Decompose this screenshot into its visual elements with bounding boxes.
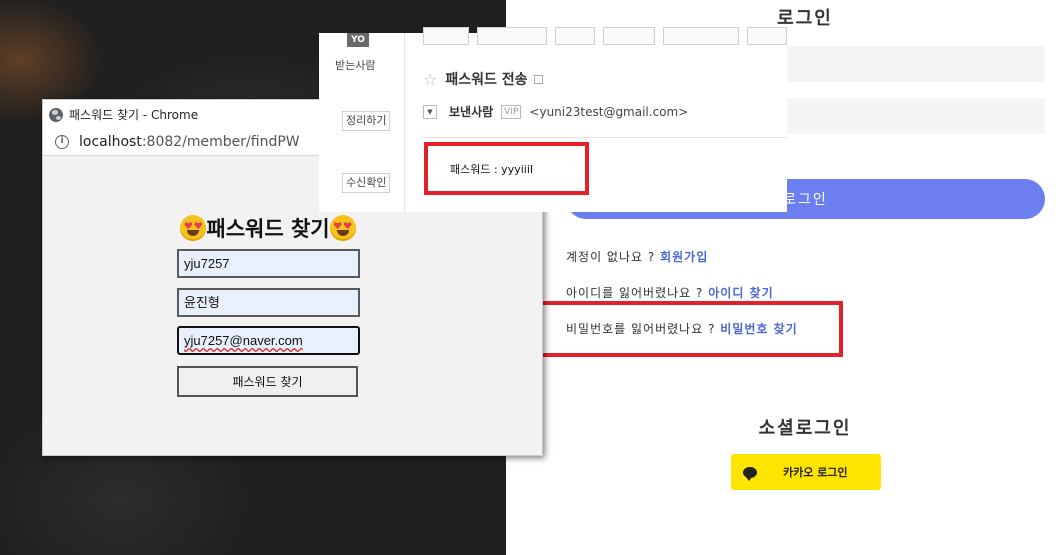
- signup-prompt: 계정이 없나요 ?: [566, 250, 656, 264]
- email-sidebar: YO 받는사람 정리하기 수신확인: [319, 33, 404, 212]
- toolbar-button[interactable]: [603, 27, 655, 45]
- email-divider: [404, 33, 405, 212]
- find-id-prompt: 아이디를 잃어버렸나요 ?: [566, 286, 704, 300]
- email-subject-text: 패스워드 전송: [445, 72, 528, 88]
- email-value: yju7257@naver.com: [184, 333, 303, 348]
- email-field[interactable]: yju7257@naver.com: [177, 326, 360, 355]
- page-title-text: 패스워드 찾기: [206, 217, 330, 241]
- find-password-button[interactable]: 패스워드 찾기: [177, 366, 358, 397]
- heart-eyes-emoji-icon: [180, 215, 207, 241]
- email-sender: ▼ 보낸사람 VIP <yuni23test@gmail.com>: [423, 103, 688, 120]
- window-title: 패스워드 찾기 - Chrome: [69, 108, 199, 122]
- kakao-login-label: 카카오 로그인: [783, 466, 848, 479]
- to-badge: YO: [347, 33, 369, 47]
- globe-icon: [49, 107, 63, 122]
- toolbar-button[interactable]: [747, 27, 787, 45]
- tidy-button[interactable]: 정리하기: [342, 111, 391, 131]
- info-icon[interactable]: i: [55, 135, 69, 149]
- sender-label: 보낸사람: [449, 105, 494, 119]
- vip-badge: VIP: [501, 104, 522, 119]
- url-path: :8082/member/findPW: [141, 134, 300, 150]
- external-link-icon[interactable]: [533, 74, 543, 84]
- toolbar-button[interactable]: [423, 27, 469, 45]
- highlight-box-find-pw: [522, 301, 843, 357]
- email-view: YO 받는사람 정리하기 수신확인 ☆ 패스워드 전송 ▼ 보낸사람 VIP <…: [319, 27, 787, 212]
- recipient-label: 받는사람: [335, 59, 376, 72]
- speech-bubble-icon: [743, 466, 757, 481]
- name-value: 윤진형: [184, 295, 220, 310]
- email-separator: [423, 137, 787, 138]
- star-icon[interactable]: ☆: [423, 70, 437, 89]
- name-field[interactable]: 윤진형: [177, 288, 360, 317]
- email-body-text: 패스워드 : yyyiiiI: [450, 162, 534, 176]
- highlight-box-password: 패스워드 : yyyiiiI: [424, 142, 589, 195]
- toolbar-button[interactable]: [555, 27, 595, 45]
- toolbar-button[interactable]: [477, 27, 547, 45]
- page-title: 패스워드 찾기: [158, 213, 378, 243]
- url-host: localhost: [79, 134, 142, 150]
- read-receipt-button[interactable]: 수신확인: [342, 173, 391, 193]
- userid-field[interactable]: yju7257: [177, 249, 360, 278]
- signup-row: 계정이 없나요 ? 회원가입: [566, 248, 708, 265]
- login-button-label: 로그인: [783, 192, 828, 208]
- social-login-title: 소셜로그인: [758, 418, 852, 439]
- find-id-link[interactable]: 아이디 찾기: [708, 286, 773, 300]
- kakao-login-button[interactable]: 카카오 로그인: [731, 454, 881, 490]
- sender-email[interactable]: <yuni23test@gmail.com>: [529, 105, 688, 119]
- toolbar-button[interactable]: [663, 27, 739, 45]
- caret-down-icon[interactable]: ▼: [423, 104, 437, 119]
- userid-value: yju7257: [184, 256, 230, 271]
- find-id-row: 아이디를 잃어버렸나요 ? 아이디 찾기: [566, 284, 774, 301]
- signup-link[interactable]: 회원가입: [660, 250, 708, 264]
- email-subject: ☆ 패스워드 전송: [423, 69, 543, 89]
- find-password-button-label: 패스워드 찾기: [232, 375, 303, 389]
- heart-eyes-emoji-icon: [329, 215, 356, 241]
